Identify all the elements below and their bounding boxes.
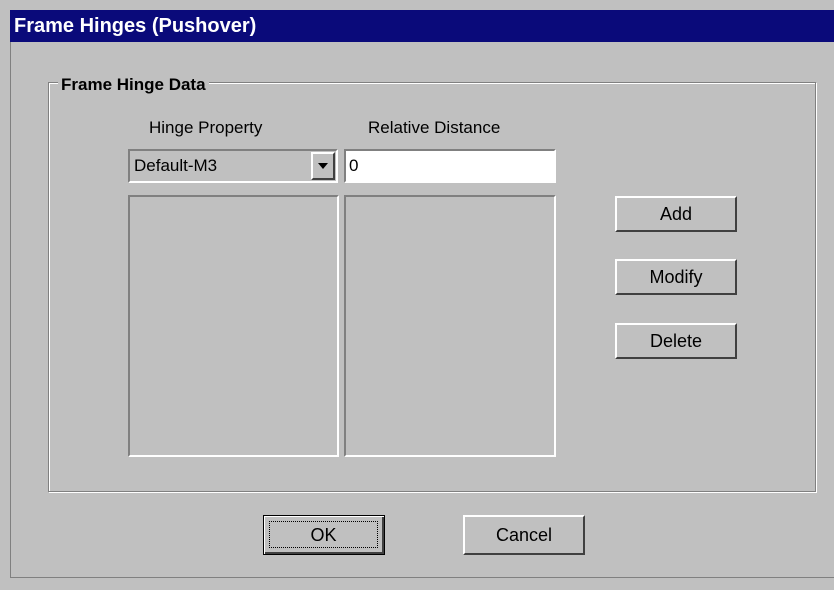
hinge-property-selected: Default-M3 — [134, 156, 218, 175]
chevron-down-icon[interactable] — [311, 152, 335, 180]
relative-distance-input[interactable] — [344, 149, 556, 183]
hinge-property-dropdown[interactable]: Default-M3 — [128, 149, 338, 183]
relative-distance-list[interactable] — [344, 195, 556, 457]
delete-button[interactable]: Delete — [615, 323, 737, 359]
window-title-bar[interactable]: Frame Hinges (Pushover) — [10, 10, 834, 42]
window-title: Frame Hinges (Pushover) — [14, 15, 257, 37]
hinge-property-header: Hinge Property — [149, 118, 263, 137]
add-button[interactable]: Add — [615, 196, 737, 232]
ok-button-label: OK — [269, 521, 378, 548]
frame-hinges-dialog: Frame Hinges (Pushover) Frame Hinge Data… — [0, 0, 834, 590]
relative-distance-header: Relative Distance — [368, 118, 501, 137]
hinge-property-list[interactable] — [128, 195, 339, 457]
cancel-button[interactable]: Cancel — [463, 515, 585, 555]
ok-button[interactable]: OK — [263, 515, 385, 555]
modify-button[interactable]: Modify — [615, 259, 737, 295]
group-legend: Frame Hinge Data — [58, 75, 209, 95]
